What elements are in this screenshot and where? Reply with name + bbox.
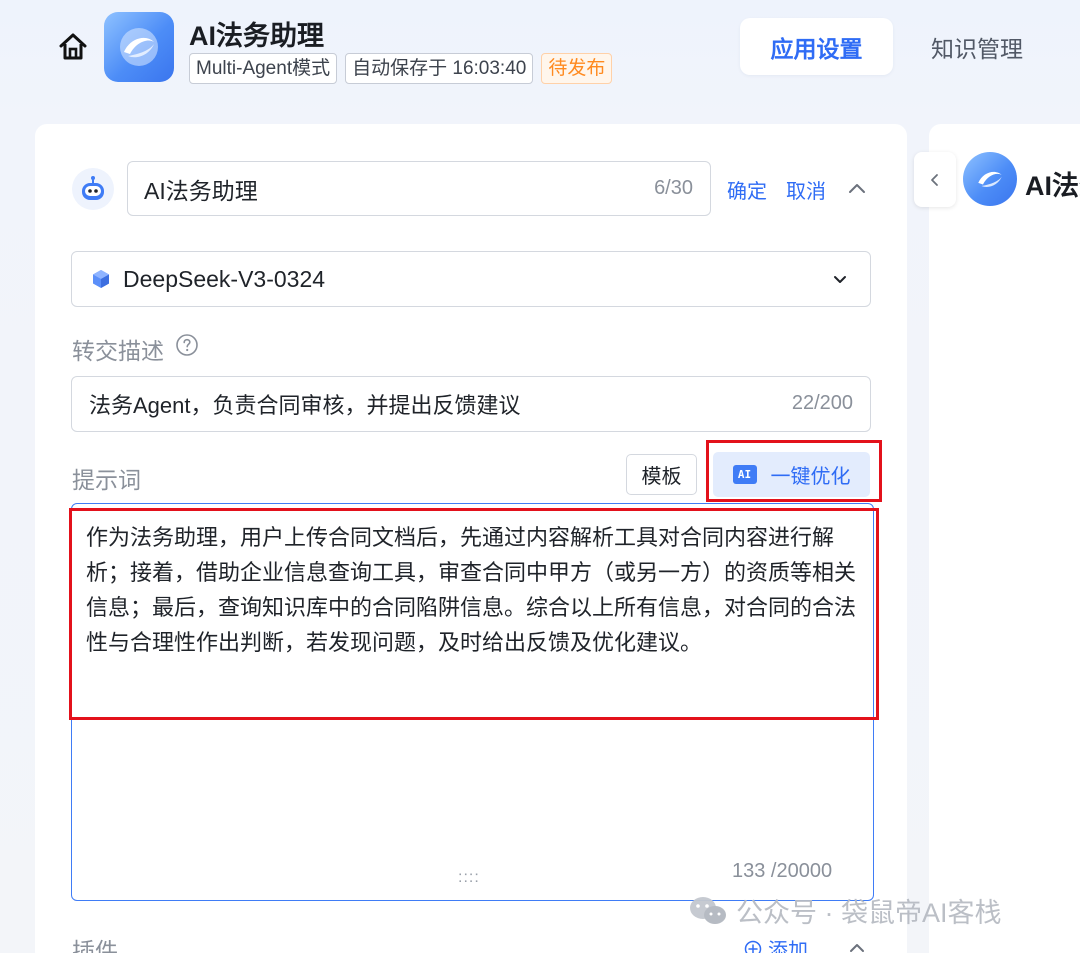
chevron-down-icon [834, 276, 846, 283]
app-title: AI法务助理 [189, 21, 324, 51]
chevron-up-icon[interactable] [847, 938, 867, 953]
model-select[interactable]: DeepSeek-V3-0324 [71, 251, 871, 307]
prompt-textarea[interactable]: 作为法务助理，用户上传合同文档后，先通过内容解析工具对合同内容进行解析；接着，借… [71, 503, 874, 901]
preview-panel [929, 124, 1080, 953]
plugins-label: 插件 [72, 938, 118, 953]
ai-icon: AI [732, 465, 757, 484]
robot-icon [82, 176, 104, 200]
app-logo-icon [978, 171, 1002, 188]
cancel-button[interactable]: 取消 [786, 175, 826, 204]
app-logo-icon [120, 28, 158, 66]
autosave-tag: 自动保存于 16:03:40 [345, 53, 534, 84]
one-click-optimize-button[interactable]: AI 一键优化 [713, 452, 870, 497]
prompt-count: 133 /20000 [732, 860, 833, 882]
model-selected-value: DeepSeek-V3-0324 [123, 266, 326, 292]
app-logo [104, 12, 174, 82]
chevron-up-icon[interactable] [846, 178, 868, 200]
handoff-description-field[interactable]: 22/200 [71, 376, 871, 432]
optimize-label: 一键优化 [770, 466, 851, 488]
chevron-left-icon [931, 173, 938, 186]
wechat-icon [690, 896, 726, 924]
plus-circle-icon [744, 940, 762, 953]
help-icon[interactable] [175, 333, 199, 357]
handoff-description-label: 转交描述 [72, 338, 164, 364]
collapse-panel-button[interactable] [914, 152, 956, 207]
confirm-button[interactable]: 确定 [727, 175, 767, 204]
prompt-label: 提示词 [72, 467, 141, 493]
home-icon[interactable] [56, 30, 90, 64]
prompt-text[interactable]: 作为法务助理，用户上传合同文档后，先通过内容解析工具对合同内容进行解析；接着，借… [86, 520, 866, 660]
add-plugin-button[interactable]: 添加 [744, 934, 808, 953]
resize-handle[interactable]: :::: [458, 869, 480, 887]
agent-name-input[interactable] [144, 162, 624, 215]
tab-app-settings[interactable]: 应用设置 [740, 18, 893, 75]
agent-name-field[interactable]: 6/30 [127, 161, 711, 216]
handoff-description-input[interactable] [89, 377, 749, 431]
publish-status-tag: 待发布 [541, 53, 613, 84]
agent-name-count: 6/30 [654, 177, 693, 199]
tab-knowledge-management[interactable]: 知识管理 [914, 18, 1040, 75]
preview-app-title: AI法务 [1025, 171, 1080, 201]
add-plugin-label: 添加 [768, 940, 808, 953]
agent-avatar [72, 168, 114, 210]
watermark-text: 公众号 · 袋鼠帝AI客栈 [736, 898, 1002, 928]
model-cube-icon [93, 270, 109, 288]
mode-tag: Multi-Agent模式 [189, 53, 338, 84]
template-button[interactable]: 模板 [626, 454, 697, 495]
handoff-description-count: 22/200 [791, 392, 853, 414]
status-tags: Multi-Agent模式 自动保存于 16:03:40 待发布 [189, 53, 613, 84]
watermark: 公众号 · 袋鼠帝AI客栈 [688, 891, 1002, 930]
preview-app-logo [963, 152, 1017, 206]
